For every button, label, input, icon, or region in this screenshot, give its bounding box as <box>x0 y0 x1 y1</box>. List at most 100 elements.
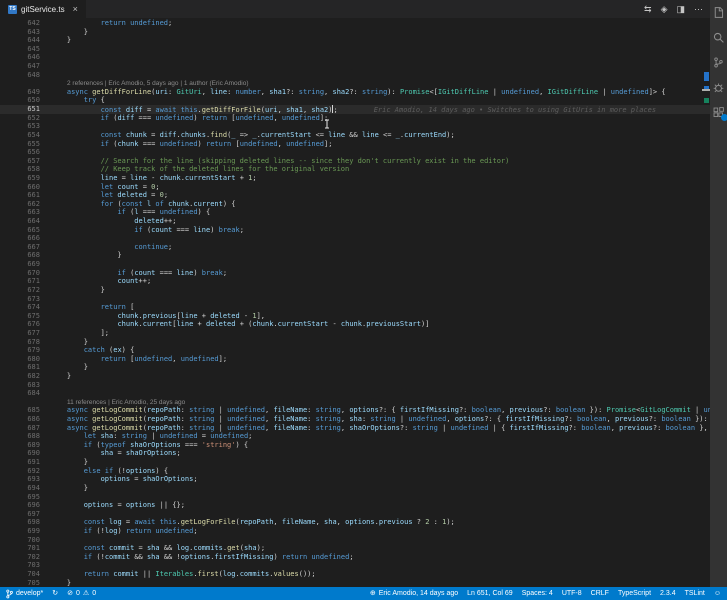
code-line[interactable]: 664 deleted++; <box>0 217 710 226</box>
line-number[interactable]: 644 <box>0 36 50 45</box>
line-number[interactable]: 663 <box>0 208 50 217</box>
code-line[interactable]: 665 if (count === line) break; <box>0 226 710 235</box>
overview-ruler[interactable] <box>702 18 710 587</box>
git-branch-indicator[interactable]: develop* <box>6 587 43 600</box>
line-number[interactable]: 699 <box>0 527 50 536</box>
indentation-status[interactable]: Spaces: 4 <box>522 587 553 600</box>
more-actions-icon[interactable]: ⋯ <box>694 4 703 14</box>
code-line[interactable]: 692 else if (!options) { <box>0 467 710 476</box>
code-line[interactable]: 661 let deleted = 0; <box>0 191 710 200</box>
line-number[interactable]: 649 <box>0 88 50 97</box>
line-number[interactable]: 670 <box>0 269 50 278</box>
code-line[interactable]: 684 <box>0 389 710 398</box>
line-number[interactable]: 668 <box>0 251 50 260</box>
line-number[interactable]: 683 <box>0 381 50 390</box>
code-line[interactable]: 681 } <box>0 363 710 372</box>
line-number[interactable]: 645 <box>0 45 50 54</box>
close-tab-icon[interactable]: × <box>73 4 78 14</box>
code-line[interactable]: 669 <box>0 260 710 269</box>
code-line[interactable]: 688 let sha: string | undefined = undefi… <box>0 432 710 441</box>
line-number[interactable]: 657 <box>0 157 50 166</box>
cursor-position[interactable]: Ln 651, Col 69 <box>467 587 513 600</box>
code-line[interactable]: 687 async getLogCommit(repoPath: string … <box>0 424 710 433</box>
code-line[interactable]: 697 <box>0 510 710 519</box>
line-number[interactable]: 658 <box>0 165 50 174</box>
code-line[interactable]: 686 async getLogCommit(repoPath: string … <box>0 415 710 424</box>
code-line[interactable]: 653 <box>0 122 710 131</box>
line-number[interactable]: 677 <box>0 329 50 338</box>
line-number[interactable]: 667 <box>0 243 50 252</box>
code-line[interactable]: 705 } <box>0 579 710 587</box>
line-number[interactable]: 679 <box>0 346 50 355</box>
code-line[interactable]: 648 <box>0 71 710 80</box>
line-number[interactable]: 691 <box>0 458 50 467</box>
line-number[interactable]: 695 <box>0 493 50 502</box>
line-number[interactable]: 697 <box>0 510 50 519</box>
line-number[interactable]: 704 <box>0 570 50 579</box>
line-number[interactable]: 666 <box>0 234 50 243</box>
line-number[interactable]: 652 <box>0 114 50 123</box>
code-line[interactable]: 704 return commit || Iterables.first(log… <box>0 570 710 579</box>
line-number[interactable]: 693 <box>0 475 50 484</box>
line-number[interactable]: 703 <box>0 561 50 570</box>
code-line[interactable]: 660 let count = 0; <box>0 183 710 192</box>
line-number[interactable]: 661 <box>0 191 50 200</box>
code-line[interactable]: 655 if (chunk === undefined) return [und… <box>0 140 710 149</box>
code-line[interactable]: 672 } <box>0 286 710 295</box>
code-line[interactable]: 649 async getDiffForLine(uri: GitUri, li… <box>0 88 710 97</box>
code-line[interactable]: 703 <box>0 561 710 570</box>
feedback-smiley[interactable]: ☺ <box>714 587 721 600</box>
source-control-icon[interactable] <box>712 55 726 69</box>
explorer-icon[interactable] <box>712 5 726 19</box>
line-number[interactable]: 660 <box>0 183 50 192</box>
line-number[interactable]: 689 <box>0 441 50 450</box>
line-number[interactable]: 669 <box>0 260 50 269</box>
line-number[interactable]: 675 <box>0 312 50 321</box>
line-number[interactable]: 665 <box>0 226 50 235</box>
code-line[interactable]: 652 if (diff === undefined) return [unde… <box>0 114 710 123</box>
typescript-version[interactable]: 2.3.4 <box>660 587 676 600</box>
code-line[interactable]: 658 // Keep track of the deleted lines f… <box>0 165 710 174</box>
code-line[interactable]: 671 count++; <box>0 277 710 286</box>
code-line[interactable]: 690 sha = shaOrOptions; <box>0 449 710 458</box>
code-line[interactable]: 668 } <box>0 251 710 260</box>
code-line[interactable]: 698 const log = await this.getLogForFile… <box>0 518 710 527</box>
line-number[interactable]: 701 <box>0 544 50 553</box>
codelens-references[interactable]: 11 references | Eric Amodio, 25 days ago <box>50 399 185 406</box>
line-number[interactable]: 684 <box>0 389 50 398</box>
line-number[interactable]: 680 <box>0 355 50 364</box>
code-line[interactable]: 675 chunk.previous[line + deleted - 1], <box>0 312 710 321</box>
sync-status[interactable]: ↻ <box>52 587 58 600</box>
search-icon[interactable] <box>712 30 726 44</box>
line-number[interactable] <box>0 79 50 88</box>
line-number[interactable]: 696 <box>0 501 50 510</box>
line-number[interactable]: 653 <box>0 122 50 131</box>
code-line[interactable]: 656 <box>0 148 710 157</box>
line-number[interactable]: 681 <box>0 363 50 372</box>
line-number[interactable]: 705 <box>0 579 50 587</box>
language-mode[interactable]: TypeScript <box>618 587 651 600</box>
line-number[interactable]: 648 <box>0 71 50 80</box>
code-line[interactable]: 651 const diff = await this.getDiffForFi… <box>0 105 710 114</box>
line-number[interactable]: 646 <box>0 53 50 62</box>
code-line[interactable]: 643 } <box>0 28 710 37</box>
line-number[interactable]: 702 <box>0 553 50 562</box>
line-number[interactable]: 650 <box>0 96 50 105</box>
line-number[interactable]: 690 <box>0 449 50 458</box>
line-number[interactable]: 651 <box>0 105 50 114</box>
encoding-status[interactable]: UTF-8 <box>562 587 582 600</box>
code-line[interactable]: 694 } <box>0 484 710 493</box>
code-line[interactable]: 654 const chunk = diff.chunks.find(_ => … <box>0 131 710 140</box>
line-number[interactable]: 659 <box>0 174 50 183</box>
gitlens-blame-status[interactable]: ⊕ Eric Amodio, 14 days ago <box>370 587 458 600</box>
code-line[interactable]: 657 // Search for the line (skipping del… <box>0 157 710 166</box>
code-line[interactable]: 682 } <box>0 372 710 381</box>
code-line[interactable]: 676 chunk.current[line + deleted + (chun… <box>0 320 710 329</box>
line-number[interactable]: 676 <box>0 320 50 329</box>
code-line[interactable]: 691 } <box>0 458 710 467</box>
line-number[interactable]: 692 <box>0 467 50 476</box>
line-number[interactable]: 688 <box>0 432 50 441</box>
line-number[interactable]: 687 <box>0 424 50 433</box>
gitlens-blame-toggle-icon[interactable]: ◈ <box>661 4 668 14</box>
code-line[interactable]: 696 options = options || {}; <box>0 501 710 510</box>
